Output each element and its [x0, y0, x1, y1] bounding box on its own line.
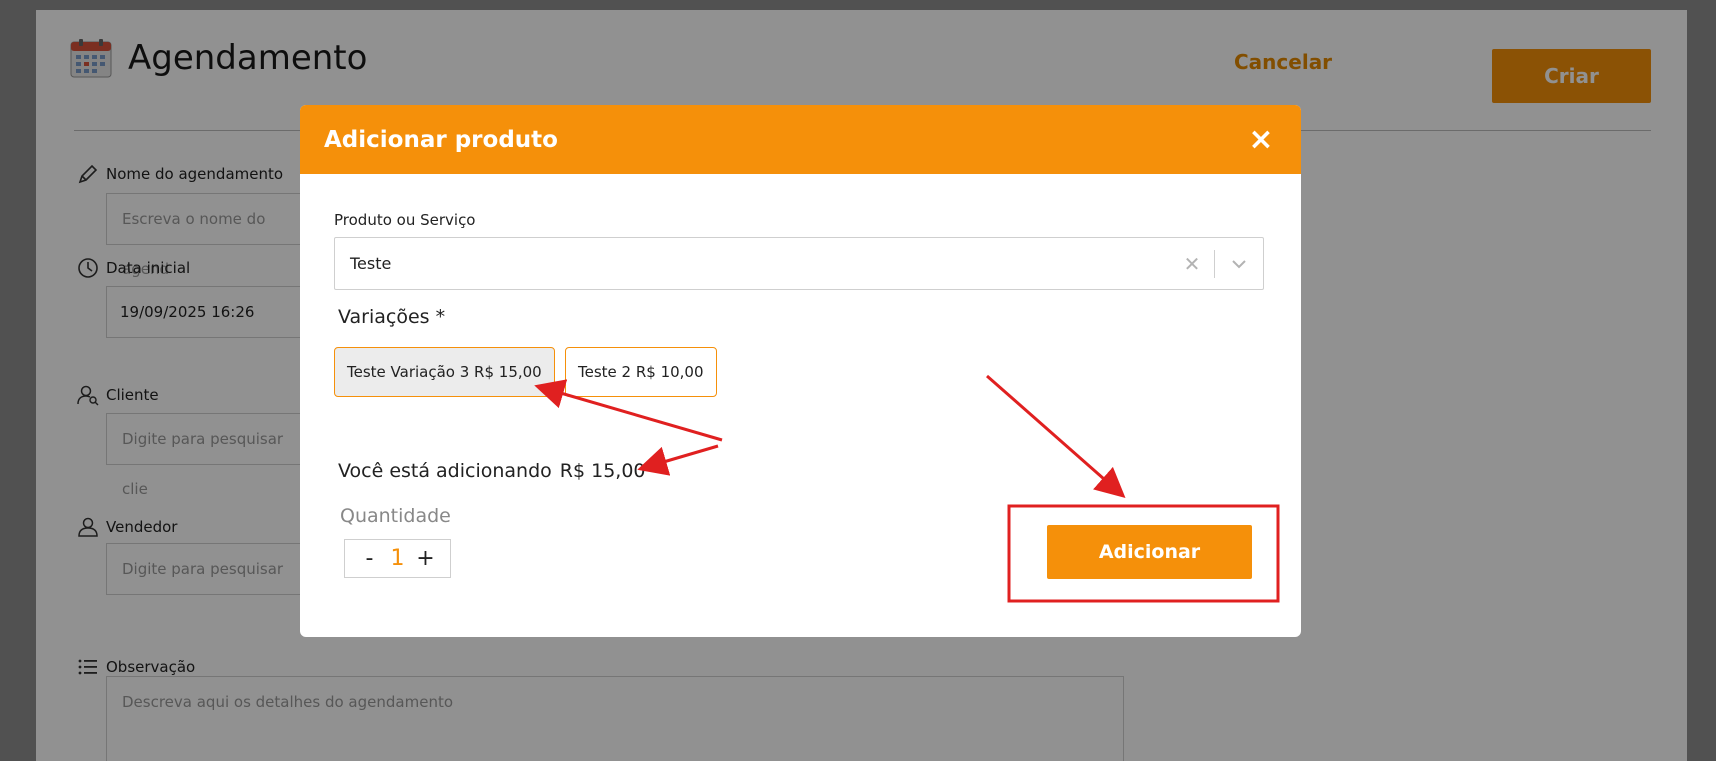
clear-selection-icon[interactable]: ✕ — [1170, 252, 1214, 276]
modal-title: Adicionar produto — [324, 126, 558, 153]
quantity-stepper: - 1 + — [344, 539, 451, 578]
variation-option-1[interactable]: Teste Variação 3 R$ 15,00 — [334, 347, 555, 397]
modal-header: Adicionar produto × — [300, 105, 1301, 174]
adding-summary-prefix: Você está adicionando — [338, 460, 552, 482]
add-button[interactable]: Adicionar — [1047, 525, 1252, 579]
close-icon[interactable]: × — [1247, 124, 1275, 155]
variations-label: Variações * — [338, 306, 446, 328]
quantity-decrease-button[interactable]: - — [358, 546, 382, 571]
product-select[interactable]: Teste ✕ — [334, 237, 1264, 290]
adding-summary-price: R$ 15,00 — [559, 460, 646, 482]
adding-summary: Você está adicionando R$ 15,00 — [338, 460, 646, 482]
variation-option-2[interactable]: Teste 2 R$ 10,00 — [565, 347, 717, 397]
add-product-modal: Adicionar produto × Produto ou Serviço T… — [300, 105, 1301, 637]
chevron-down-icon[interactable] — [1215, 259, 1263, 269]
product-label: Produto ou Serviço — [334, 211, 476, 229]
quantity-value[interactable]: 1 — [391, 546, 405, 571]
quantity-label: Quantidade — [340, 505, 451, 527]
product-select-value: Teste — [350, 254, 392, 273]
quantity-increase-button[interactable]: + — [414, 546, 438, 571]
